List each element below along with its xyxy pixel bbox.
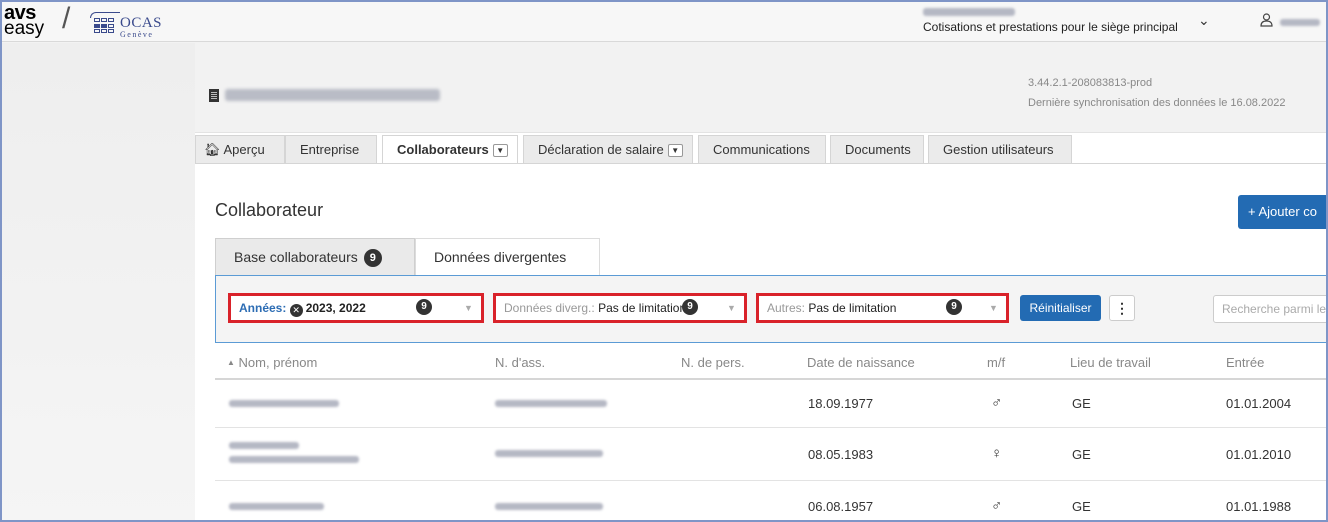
logo-separator: / [62, 2, 71, 35]
account-selector[interactable]: Cotisations et prestations pour le siège… [923, 8, 1223, 34]
divergent-count-badge: 9 [682, 299, 698, 315]
caret-down-icon[interactable]: ▼ [667, 144, 683, 158]
male-icon: ♂ [991, 497, 1003, 514]
chevron-down-icon[interactable]: ⌄ [1198, 12, 1210, 29]
user-icon[interactable] [1260, 13, 1273, 30]
tab-documents-label: Documents [845, 142, 911, 157]
filter-bar: Années: ✕ 2023, 2022 9 ▼ Données diverg.:… [215, 275, 1326, 343]
table-header: ▲ Nom, prénom N. d'ass. N. de pers. Date… [215, 344, 1326, 380]
ocas-geneve-logo: OCAS Genève [90, 12, 190, 39]
row-avs-redacted [495, 400, 607, 407]
row-workplace: GE [1072, 447, 1091, 462]
version-info: 3.44.2.1-208083813-prod Dernière synchro… [1028, 76, 1310, 109]
row-entry-date: 01.01.2004 [1226, 396, 1292, 411]
male-icon: ♂ [991, 394, 1003, 411]
others-filter-label: Autres: [767, 301, 806, 315]
logo-easy-text: easy [4, 18, 45, 39]
tab-apercu[interactable]: 🏠︎ Aperçu [195, 135, 285, 163]
subtab-base-label: Base collaborateurs [234, 249, 358, 265]
page-title: Collaborateur [215, 200, 324, 220]
col-entree[interactable]: Entrée [1226, 355, 1264, 370]
years-filter-value: 2023, 2022 [305, 301, 366, 315]
tab-collaborateurs-label: Collaborateurs [397, 142, 489, 157]
reset-button[interactable]: Réinitialiser [1020, 295, 1101, 321]
row-entry-date: 01.01.2010 [1226, 447, 1292, 462]
dropdown-caret-icon: ▼ [989, 303, 998, 313]
tab-gestion-utilisateurs[interactable]: Gestion utilisateurs [928, 135, 1072, 163]
version-number: 3.44.2.1-208083813-prod [1028, 77, 1153, 89]
tab-entreprise[interactable]: Entreprise [285, 135, 377, 163]
row-workplace: GE [1072, 499, 1091, 514]
tab-collaborateurs[interactable]: Collaborateurs ▼ [382, 135, 518, 164]
col-sex[interactable]: m/f [987, 355, 1005, 370]
subtab-donnees-divergentes[interactable]: Données divergentes [415, 238, 600, 275]
row-workplace: GE [1072, 396, 1091, 411]
divergent-filter-value: Pas de limitation [598, 301, 687, 315]
top-header: avs easy / OCAS Genève Cotisations et pr… [2, 2, 1326, 42]
tab-declaration-label: Déclaration de salaire [538, 142, 664, 157]
others-filter[interactable]: Autres: Pas de limitation 9 ▼ [756, 293, 1009, 323]
table-row[interactable]: 08.05.1983 ♀ GE 01.01.2010 [215, 429, 1326, 481]
sync-date: Dernière synchronisation des données le … [1028, 97, 1286, 109]
avs-easy-logo[interactable]: avs easy [4, 3, 45, 39]
others-filter-value: Pas de limitation [808, 301, 897, 315]
building-icon [209, 89, 219, 102]
others-count-badge: 9 [946, 299, 962, 315]
clear-x-icon[interactable]: ✕ [289, 304, 303, 317]
divergent-data-filter[interactable]: Données diverg.: Pas de limitation 9 ▼ [493, 293, 747, 323]
divergent-filter-label: Données diverg.: [504, 301, 595, 315]
subtab-base-collaborateurs[interactable]: Base collaborateurs 9 [215, 238, 415, 275]
tab-gestion-label: Gestion utilisateurs [943, 142, 1054, 157]
collaborateurs-content: Collaborateur + Ajouter co Base collabor… [195, 163, 1326, 520]
tab-documents[interactable]: Documents [830, 135, 924, 163]
tab-entreprise-label: Entreprise [300, 142, 360, 157]
row-name-redacted [229, 503, 324, 510]
col-date-naissance[interactable]: Date de naissance [807, 355, 915, 370]
subtab-divergent-label: Données divergentes [434, 249, 567, 265]
row-name-redacted [229, 400, 339, 407]
user-name-redacted[interactable] [1280, 19, 1320, 26]
col-nom-prenom[interactable]: ▲ Nom, prénom [227, 355, 317, 370]
main-panel: 3.44.2.1-208083813-prod Dernière synchro… [195, 43, 1326, 520]
tab-communications-label: Communications [713, 142, 810, 157]
row-entry-date: 01.01.1988 [1226, 499, 1292, 514]
sort-asc-icon: ▲ [227, 358, 235, 367]
row-avs-redacted [495, 450, 603, 457]
col-n-pers[interactable]: N. de pers. [681, 355, 745, 370]
row-avs-redacted [495, 503, 603, 510]
company-bar: 3.44.2.1-208083813-prod Dernière synchro… [195, 43, 1326, 133]
account-role: Cotisations et prestations pour le siège… [923, 20, 1178, 34]
row-birth-date: 06.08.1957 [808, 499, 874, 514]
tab-communications[interactable]: Communications [698, 135, 826, 163]
more-options-icon[interactable]: ⋮ [1109, 295, 1135, 321]
col-n-ass[interactable]: N. d'ass. [495, 355, 545, 370]
ocas-logo-subtext: Genève [120, 30, 154, 39]
app-window: avs easy / OCAS Genève Cotisations et pr… [0, 0, 1328, 522]
left-sidebar [2, 43, 195, 520]
row-birth-date: 08.05.1983 [808, 447, 874, 462]
caret-down-icon[interactable]: ▼ [492, 144, 508, 158]
years-filter-label: Années: [239, 301, 287, 315]
count-badge: 9 [363, 249, 382, 267]
female-icon: ♀ [991, 445, 1003, 462]
ocas-grid-icon [94, 18, 116, 34]
years-count-badge: 9 [416, 299, 432, 315]
ocas-logo-text: OCAS [120, 15, 163, 31]
row-name-redacted [229, 442, 359, 463]
add-collaborator-button[interactable]: + Ajouter co [1238, 195, 1326, 229]
row-birth-date: 18.09.1977 [808, 396, 874, 411]
account-name-redacted [923, 8, 1015, 16]
years-filter[interactable]: Années: ✕ 2023, 2022 9 ▼ [228, 293, 484, 323]
tab-declaration-salaire[interactable]: Déclaration de salaire ▼ [523, 135, 693, 163]
table-row[interactable]: 06.08.1957 ♂ GE 01.01.1988 [215, 482, 1326, 520]
home-icon: 🏠︎ [204, 142, 221, 157]
col-nom-label: Nom, prénom [238, 355, 318, 370]
dropdown-caret-icon: ▼ [464, 303, 473, 313]
search-input[interactable] [1213, 295, 1326, 323]
tab-apercu-label: Aperçu [223, 142, 265, 157]
company-name-redacted [225, 89, 440, 101]
dropdown-caret-icon: ▼ [727, 303, 736, 313]
table-row[interactable]: 18.09.1977 ♂ GE 01.01.2004 [215, 380, 1326, 428]
col-lieu-travail[interactable]: Lieu de travail [1070, 355, 1151, 370]
